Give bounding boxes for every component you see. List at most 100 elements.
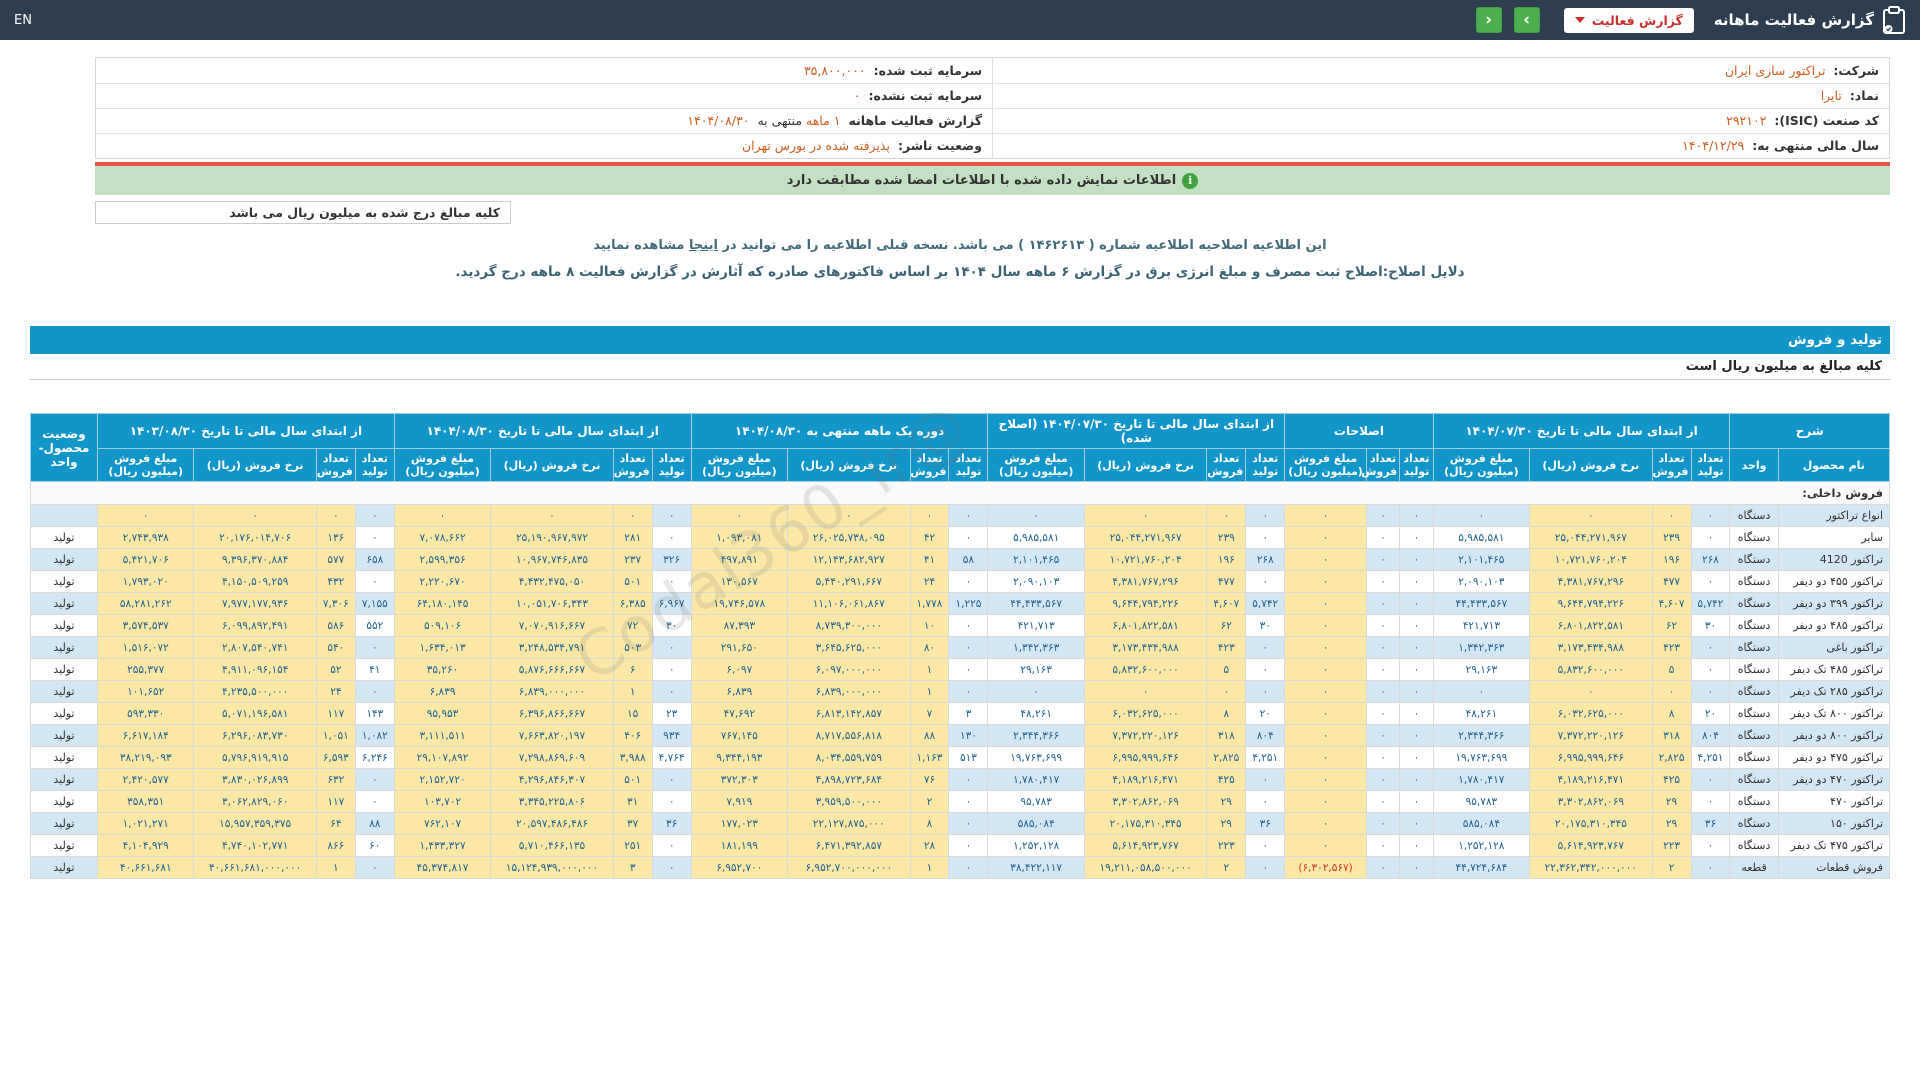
cell-unit: دستگاه xyxy=(1729,548,1779,571)
language-link-en[interactable]: EN xyxy=(14,13,32,28)
cell-corrected-amount: ۱,۷۸۰,۴۱۷ xyxy=(987,768,1085,791)
cell-month-prod: ۰ xyxy=(948,768,989,791)
cell-unit: دستگاه xyxy=(1729,504,1779,527)
cell-y1404_07-rate: ۶,۸۰۱,۸۲۲,۵۸۱ xyxy=(1529,614,1653,637)
cell-y1403_08-sold: ۱,۰۵۱ xyxy=(315,724,356,747)
col-header-amount: مبلغ فروش (میلیون ریال) xyxy=(690,448,789,482)
cell-y1403_08-amount: ۴۰,۶۶۱,۶۸۱ xyxy=(96,856,195,879)
report-period-suffix: منتهی به xyxy=(757,113,803,128)
cell-y1403_08-sold: ۲۴ xyxy=(315,680,356,703)
cell-amend-sold: ۰ xyxy=(1365,548,1401,571)
cell-corrected-rate: ۲۵,۰۴۴,۲۷۱,۹۶۷ xyxy=(1083,526,1208,549)
cell-corrected-prod: ۵,۷۴۲ xyxy=(1245,592,1286,615)
cell-y1404_08-sold: ۱۵ xyxy=(612,702,653,725)
isic-label: کد صنعت (ISIC): xyxy=(1774,113,1879,128)
symbol-link[interactable]: تایرا xyxy=(1821,88,1842,103)
cell-y1404_07-prod: ۰ xyxy=(1690,834,1731,857)
cell-status: تولید xyxy=(30,526,98,549)
previous-announcement-link[interactable]: اینجا xyxy=(689,238,718,253)
cell-month-rate: ۲۶,۰۲۵,۷۳۸,۰۹۵ xyxy=(787,526,911,549)
cell-amend-rate: ۰ xyxy=(1284,504,1367,527)
cell-month-rate: ۳,۶۴۵,۶۲۵,۰۰۰ xyxy=(787,636,911,659)
cell-y1404_07-rate: ۲۲,۳۶۲,۳۴۲,۰۰۰,۰۰۰ xyxy=(1529,856,1653,879)
cell-y1404_07-amount: ۱۹,۷۶۳,۶۹۹ xyxy=(1432,746,1531,769)
cell-corrected-prod: ۴,۲۵۱ xyxy=(1245,746,1286,769)
cell-name: تراکتور ۸۰۰ تک دیفر xyxy=(1777,702,1891,725)
cell-corrected-rate: ۶,۸۰۱,۸۲۲,۵۸۱ xyxy=(1083,614,1208,637)
cell-month-rate: ۳,۹۵۹,۵۰۰,۰۰۰ xyxy=(787,790,911,813)
cell-amend-sold: ۰ xyxy=(1365,526,1401,549)
cell-name: تراکتور ۴۸۵ دو دیفر xyxy=(1777,614,1891,637)
cell-month-prod: ۰ xyxy=(948,570,989,593)
cell-y1403_08-sold: ۱۱۷ xyxy=(315,790,356,813)
cell-corrected-rate: ۰ xyxy=(1083,504,1208,527)
table-row: تراکتور ۳۹۹ دو دیفر دستگاه ۵,۷۴۲ ۴,۶۰۷ ۹,۶۴۴… xyxy=(30,592,1891,615)
cell-month-amount: ۴۹۷,۸۹۱ xyxy=(690,548,789,571)
cell-y1404_07-amount: ۱,۲۵۲,۱۲۸ xyxy=(1432,834,1531,857)
signature-match-text: اطلاعات نمایش داده شده با اطلاعات امضا ش… xyxy=(786,173,1177,188)
cell-y1404_07-sold: ۲۳۹ xyxy=(1651,526,1692,549)
cell-y1404_08-prod: ۰ xyxy=(651,680,692,703)
report-type-dropdown[interactable]: گزارش فعالیت xyxy=(1563,7,1694,33)
cell-month-rate: ۸,۰۳۴,۵۵۹,۷۵۹ xyxy=(787,746,911,769)
cell-y1404_08-sold: ۷۲ xyxy=(612,614,653,637)
cell-y1403_08-sold: ۱ xyxy=(315,856,356,879)
cell-month-sold: ۱,۷۷۸ xyxy=(909,592,950,615)
company-link[interactable]: تراکتور سازی ایران xyxy=(1725,63,1826,78)
cell-y1403_08-rate: ۷,۹۷۷,۱۷۷,۹۳۶ xyxy=(193,592,317,615)
cell-y1404_07-prod: ۲۰ xyxy=(1690,702,1731,725)
cell-amend-rate: ۰ xyxy=(1284,702,1367,725)
cell-name: انواع تراکتور xyxy=(1777,504,1891,527)
col-header-amount: مبلغ فروش (میلیون ریال) xyxy=(1432,448,1531,482)
col-header-rate: نرخ فروش (ریال) xyxy=(1529,448,1653,482)
cell-y1404_07-prod: ۰ xyxy=(1690,680,1731,703)
table-amounts-note: کلیه مبالغ به میلیون ریال است xyxy=(30,354,1890,380)
cell-corrected-amount: ۲,۰۹۰,۱۰۳ xyxy=(987,570,1085,593)
cell-corrected-prod: ۳۰ xyxy=(1245,614,1286,637)
cell-month-sold: ۱۰ xyxy=(909,614,950,637)
cell-y1404_08-prod: ۰ xyxy=(651,636,692,659)
cell-corrected-sold: ۲,۸۲۵ xyxy=(1206,746,1247,769)
cell-unit: دستگاه xyxy=(1729,834,1779,857)
cell-month-rate: ۶,۸۱۳,۱۴۲,۸۵۷ xyxy=(787,702,911,725)
cell-amend-sold: ۰ xyxy=(1365,834,1401,857)
amounts-unit-box: کلیه مبالغ درج شده به میلیون ریال می باش… xyxy=(95,201,511,224)
cell-month-amount: ۲۹۱,۶۵۰ xyxy=(690,636,789,659)
cell-month-prod: ۰ xyxy=(948,526,989,549)
cell-y1404_08-prod: ۰ xyxy=(651,526,692,549)
cell-month-sold: ۱ xyxy=(909,856,950,879)
cell-y1403_08-prod: ۰ xyxy=(354,636,395,659)
cell-y1404_07-sold: ۵ xyxy=(1651,658,1692,681)
cell-y1404_08-sold: ۰ xyxy=(612,504,653,527)
production-sales-table: شرح از ابتدای سال مالی تا تاریخ ۱۴۰۴/۰۷/۳… xyxy=(30,413,1891,879)
cell-name: تراکتور ۴۵۵ دو دیفر xyxy=(1777,570,1891,593)
prev-report-button[interactable]: ‹ xyxy=(1475,7,1502,33)
cell-unit: دستگاه xyxy=(1729,812,1779,835)
cell-name: تراکتور ۴۷۵ دو دیفر xyxy=(1777,746,1891,769)
cell-corrected-sold: ۴۲۳ xyxy=(1206,636,1247,659)
section-header-production-sales: تولید و فروش xyxy=(30,326,1890,354)
cell-y1404_08-rate: ۵,۸۷۶,۶۶۶,۶۶۷ xyxy=(490,658,614,681)
cell-y1404_07-rate: ۹,۶۴۴,۷۹۴,۲۲۶ xyxy=(1529,592,1653,615)
cell-corrected-amount: ۱,۳۴۲,۳۶۳ xyxy=(987,636,1085,659)
cell-amend-sold: ۰ xyxy=(1365,504,1401,527)
cell-y1404_07-rate: ۳,۱۷۳,۴۳۴,۹۸۸ xyxy=(1529,636,1653,659)
col-header-rate: نرخ فروش (ریال) xyxy=(490,448,614,482)
cell-corrected-sold: ۴۲۵ xyxy=(1206,768,1247,791)
cell-amend-prod: ۰ xyxy=(1399,724,1434,747)
cell-y1404_07-rate: ۳,۳۰۲,۸۶۲,۰۶۹ xyxy=(1529,790,1653,813)
cell-corrected-amount: ۱,۲۵۲,۱۲۸ xyxy=(987,834,1085,857)
cell-y1403_08-rate: ۰ xyxy=(193,504,317,527)
registered-capital-label: سرمایه ثبت شده: xyxy=(873,62,982,78)
cell-unit: دستگاه xyxy=(1729,614,1779,637)
info-row-2: نماد: تایرا سرمایه ثبت نشده: ۰ xyxy=(96,83,1889,109)
cell-month-prod: ۱,۲۲۵ xyxy=(948,592,989,615)
cell-y1403_08-sold: ۷,۳۰۶ xyxy=(315,592,356,615)
cell-y1404_08-rate: ۷,۶۶۳,۸۲۰,۱۹۷ xyxy=(490,724,614,747)
cell-y1404_08-sold: ۳۱ xyxy=(612,790,653,813)
cell-corrected-sold: ۶۲ xyxy=(1206,614,1247,637)
next-report-button[interactable]: › xyxy=(1513,7,1540,33)
col-header-amount: مبلغ فروش (میلیون ریال) xyxy=(987,448,1085,482)
cell-y1404_08-prod: ۶,۹۶۷ xyxy=(651,592,692,615)
cell-month-sold: ۲ xyxy=(909,790,950,813)
